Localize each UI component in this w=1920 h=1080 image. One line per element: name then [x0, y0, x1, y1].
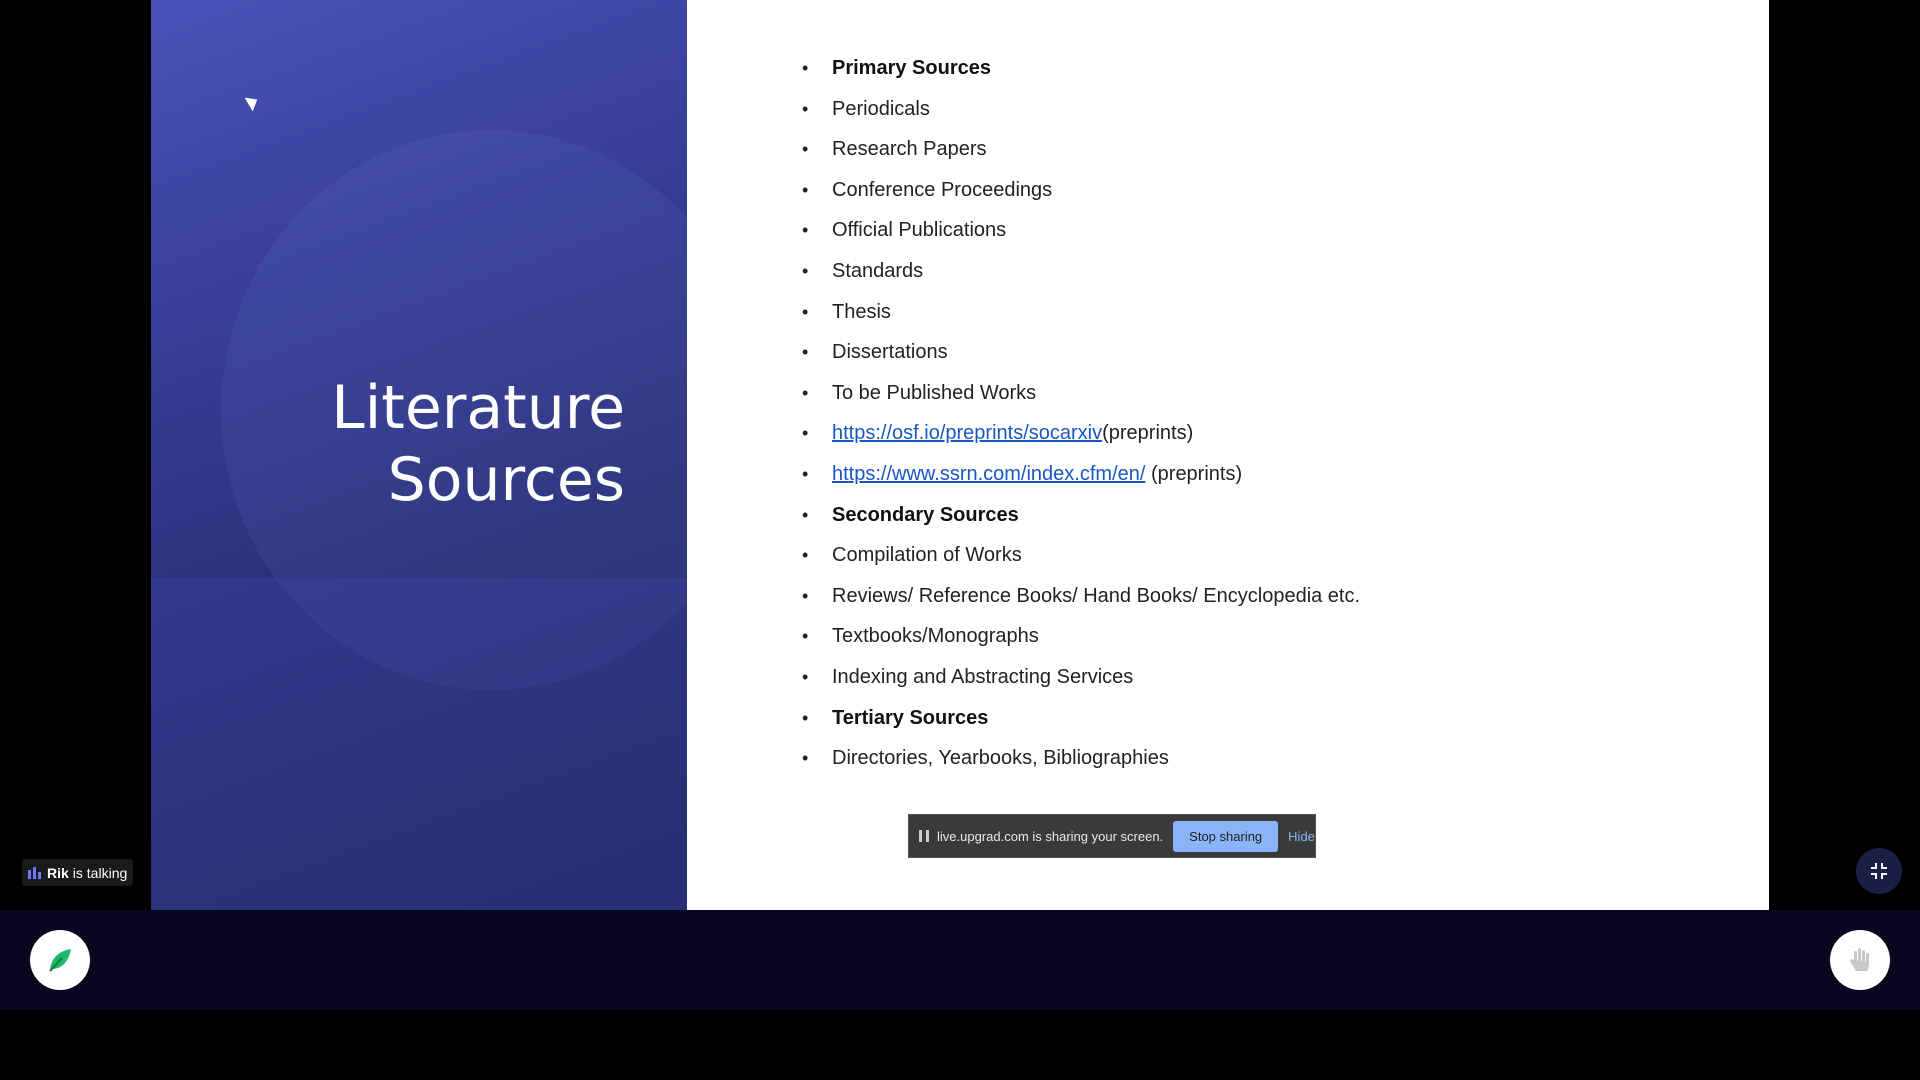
- bullet-dot: •: [802, 545, 809, 566]
- bullet-text: Dissertations: [832, 341, 948, 364]
- bullet-dot: •: [802, 58, 809, 78]
- stop-sharing-button[interactable]: Stop sharing: [1173, 820, 1279, 852]
- bullet-dot: •: [802, 139, 809, 160]
- bullet-list: • Primary Sources • Periodicals • Research Pa…: [802, 50, 1360, 781]
- bullet-link[interactable]: https://www.ssrn.com/index.cfm/en/: [832, 463, 1145, 485]
- bullet-link-suffix: (preprints): [1102, 422, 1194, 445]
- bullet-item: • Directories, Yearbooks, Bibliographies: [802, 740, 1360, 781]
- bullet-dot: •: [802, 382, 809, 403]
- bullet-text: Thesis: [832, 300, 891, 323]
- bullet-text: Indexing and Abstracting Services: [832, 665, 1134, 688]
- bullet-text: Tertiary Sources: [832, 706, 989, 729]
- bullet-text: Conference Proceedings: [832, 178, 1053, 201]
- bullet-dot: •: [802, 504, 809, 525]
- speaker-indicator: Rik is talking: [22, 859, 134, 886]
- bullet-dot: •: [802, 666, 809, 687]
- bullet-dot: •: [802, 342, 809, 363]
- audio-level-icon: [28, 866, 41, 879]
- bullet-dot: •: [802, 585, 809, 606]
- bullet-text: To be Published Works: [832, 381, 1037, 404]
- bullet-item: • Textbooks/Monographs: [802, 618, 1360, 659]
- bullet-dot: •: [802, 748, 809, 769]
- speaker-name: Rik: [47, 864, 69, 881]
- bullet-item: • Tertiary Sources: [802, 700, 1360, 741]
- bullet-text: Standards: [832, 259, 924, 282]
- bullet-dot: •: [802, 626, 809, 647]
- bullet-dot: •: [802, 463, 809, 484]
- bullet-item: • Secondary Sources: [802, 497, 1360, 538]
- bullet-item: • Periodicals: [802, 91, 1360, 132]
- bullet-item: • To be Published Works: [802, 375, 1360, 416]
- bullet-item: • https://osf.io/preprints/socarxiv(prepr…: [802, 415, 1360, 456]
- bullet-dot: •: [802, 707, 809, 728]
- bullet-item: • Reviews/ Reference Books/ Hand Books/ E…: [802, 578, 1360, 619]
- bottom-toolbar: [0, 910, 1920, 1010]
- bullet-dot: •: [802, 220, 809, 241]
- slide-title: Literature Sources: [331, 372, 625, 516]
- bullet-item: • Primary Sources: [802, 50, 1360, 91]
- share-message: live.upgrad.com is sharing your screen.: [937, 828, 1164, 844]
- bullet-dot: •: [802, 301, 809, 322]
- bullet-text: Compilation of Works: [832, 544, 1022, 567]
- app-logo-button[interactable]: [30, 930, 90, 990]
- bullet-link-suffix: (preprints): [1145, 462, 1243, 485]
- exit-fullscreen-icon: [1871, 863, 1887, 879]
- bullet-text: Secondary Sources: [832, 503, 1019, 526]
- bullet-dot: •: [802, 98, 809, 119]
- raise-hand-icon: [1850, 948, 1869, 971]
- speaker-status: is talking: [72, 864, 128, 881]
- bullet-text: Reviews/ Reference Books/ Hand Books/ En…: [832, 584, 1361, 607]
- presentation-slide: Literature Sources • Primary Sources • Peri…: [151, 0, 1769, 910]
- raise-hand-button[interactable]: [1830, 930, 1890, 990]
- slide-title-line-2: Sources: [387, 445, 625, 515]
- bullet-dot: •: [802, 260, 809, 281]
- bullet-dot: •: [802, 423, 809, 444]
- bullet-text: Official Publications: [832, 219, 1007, 242]
- screen-share-stage: Literature Sources • Primary Sources • Peri…: [0, 0, 1920, 910]
- decorative-band: [151, 578, 687, 910]
- bullet-text: Research Papers: [832, 138, 987, 161]
- bullet-item: • Compilation of Works: [802, 537, 1360, 578]
- bullet-item: • Conference Proceedings: [802, 172, 1360, 213]
- bullet-dot: •: [802, 179, 809, 200]
- exit-fullscreen-button[interactable]: [1856, 848, 1902, 894]
- bullet-text: Directories, Yearbooks, Bibliographies: [832, 747, 1169, 770]
- pause-icon: [919, 830, 929, 842]
- bullet-item: • Research Papers: [802, 131, 1360, 172]
- bullet-item: • Indexing and Abstracting Services: [802, 659, 1360, 700]
- slide-title-line-1: Literature: [331, 373, 625, 443]
- bullet-item: • Official Publications: [802, 212, 1360, 253]
- bullet-item: • Standards: [802, 253, 1360, 294]
- bullet-text: Primary Sources: [832, 57, 991, 79]
- bullet-item: • https://www.ssrn.com/index.cfm/en/ (pre…: [802, 456, 1360, 497]
- bullet-text: Periodicals: [832, 97, 930, 120]
- bullet-item: • Thesis: [802, 294, 1360, 335]
- bullet-link[interactable]: https://osf.io/preprints/socarxiv: [832, 422, 1102, 444]
- slide-title-panel: Literature Sources: [151, 0, 687, 910]
- bullet-item: • Dissertations: [802, 334, 1360, 375]
- screen-share-notification: live.upgrad.com is sharing your screen. …: [908, 814, 1316, 858]
- bullet-text: Textbooks/Monographs: [832, 625, 1039, 648]
- leaf-logo-icon: [49, 949, 71, 972]
- hide-button[interactable]: Hide: [1288, 829, 1315, 844]
